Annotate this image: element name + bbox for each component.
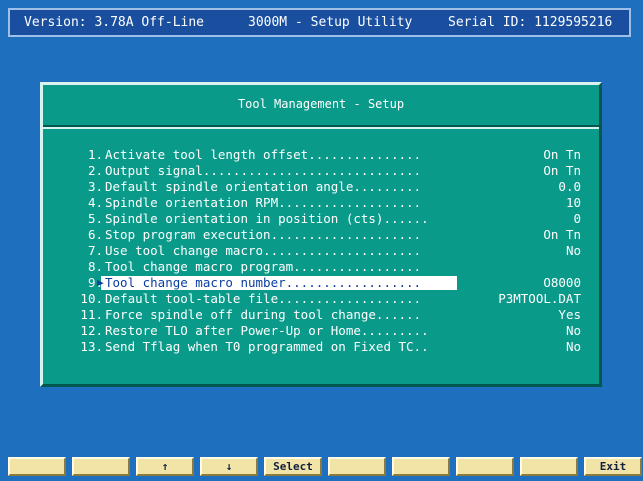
setting-value: P3MTOOL.DAT — [498, 291, 581, 306]
dialog-title: Tool Management - Setup — [237, 97, 405, 111]
f7-key[interactable] — [392, 457, 450, 476]
setting-label: Tool change macro program...............… — [105, 259, 422, 274]
setting-number: 2. — [87, 163, 103, 178]
function-key-bar: ↑ ↓ Select Exit — [0, 457, 643, 477]
setting-row-5[interactable]: 5. Spindle orientation in position (cts).… — [43, 211, 599, 227]
setting-value: O8000 — [543, 275, 581, 290]
setting-number: 8. — [87, 259, 103, 274]
setting-value: On Tn — [543, 163, 581, 178]
setting-value: No — [565, 323, 581, 338]
setting-number: 10. — [80, 291, 103, 306]
setting-number: 4. — [87, 195, 103, 210]
setting-value: 10 — [565, 195, 581, 210]
setting-number: 3. — [87, 179, 103, 194]
setting-value: Yes — [558, 307, 581, 322]
setting-value: No — [565, 339, 581, 354]
setting-value: On Tn — [543, 147, 581, 162]
dialog-divider — [43, 125, 599, 129]
select-button[interactable]: Select — [264, 457, 322, 476]
setting-value: 0.0 — [558, 179, 581, 194]
setting-label: Use tool change macro...................… — [105, 243, 422, 258]
down-arrow-key[interactable]: ↓ — [200, 457, 258, 476]
tool-management-dialog: Tool Management - Setup 1. Activate tool … — [40, 82, 602, 387]
setting-number: 12. — [80, 323, 103, 338]
setting-row-2[interactable]: 2. Output signal.........................… — [43, 163, 599, 179]
setting-number: 1. — [87, 147, 103, 162]
setting-label: Tool change macro number................… — [105, 275, 422, 290]
setting-row-10[interactable]: 10. Default tool-table file..............… — [43, 291, 599, 307]
title-bar: Version: 3.78A Off-Line 3000M - Setup Ut… — [8, 8, 631, 37]
serial-id-label: Serial ID: 1129595216 — [448, 15, 613, 30]
exit-button[interactable]: Exit — [584, 457, 642, 476]
app-title: 3000M - Setup Utility — [248, 15, 413, 30]
setting-number: 9. — [87, 275, 103, 290]
setting-row-6[interactable]: 6. Stop program execution................… — [43, 227, 599, 243]
f2-key[interactable] — [72, 457, 130, 476]
setting-value: No — [565, 243, 581, 258]
setting-label: Activate tool length offset.............… — [105, 147, 422, 162]
f9-key[interactable] — [520, 457, 578, 476]
setting-label: Send Tflag when T0 programmed on Fixed T… — [105, 339, 429, 354]
up-arrow-key[interactable]: ↑ — [136, 457, 194, 476]
setting-label: Spindle orientation in position (cts)...… — [105, 211, 429, 226]
setting-number: 11. — [80, 307, 103, 322]
setting-row-3[interactable]: 3. Default spindle orientation angle.....… — [43, 179, 599, 195]
f6-key[interactable] — [328, 457, 386, 476]
setting-label: Spindle orientation RPM.................… — [105, 195, 422, 210]
setting-value: 0 — [573, 211, 581, 226]
setting-number: 7. — [87, 243, 103, 258]
version-label: Version: 3.78A Off-Line — [24, 15, 205, 30]
setting-row-12[interactable]: 12. Restore TLO after Power-Up or Home...… — [43, 323, 599, 339]
setting-label: Default tool-table file.................… — [105, 291, 422, 306]
setting-row-8[interactable]: 8. Tool change macro program.............… — [43, 259, 599, 275]
setting-row-4[interactable]: 4. Spindle orientation RPM...............… — [43, 195, 599, 211]
setting-label: Stop program execution..................… — [105, 227, 422, 242]
setting-number: 5. — [87, 211, 103, 226]
setting-row-13[interactable]: 13. Send Tflag when T0 programmed on Fixe… — [43, 339, 599, 355]
setting-number: 13. — [80, 339, 103, 354]
setting-label: Output signal...........................… — [105, 163, 422, 178]
setting-row-1[interactable]: 1. Activate tool length offset...........… — [43, 147, 599, 163]
f1-key[interactable] — [8, 457, 66, 476]
setting-value: On Tn — [543, 227, 581, 242]
setting-row-11[interactable]: 11. Force spindle off during tool change.… — [43, 307, 599, 323]
setting-label: Restore TLO after Power-Up or Home......… — [105, 323, 429, 338]
setting-label: Force spindle off during tool change....… — [105, 307, 422, 322]
f8-key[interactable] — [456, 457, 514, 476]
setting-number: 6. — [87, 227, 103, 242]
settings-list: 1. Activate tool length offset...........… — [43, 147, 599, 355]
setting-label: Default spindle orientation angle.......… — [105, 179, 422, 194]
setting-row-9[interactable]: ▶ 9. Tool change macro number.............… — [43, 275, 599, 291]
setting-row-7[interactable]: 7. Use tool change macro.................… — [43, 243, 599, 259]
